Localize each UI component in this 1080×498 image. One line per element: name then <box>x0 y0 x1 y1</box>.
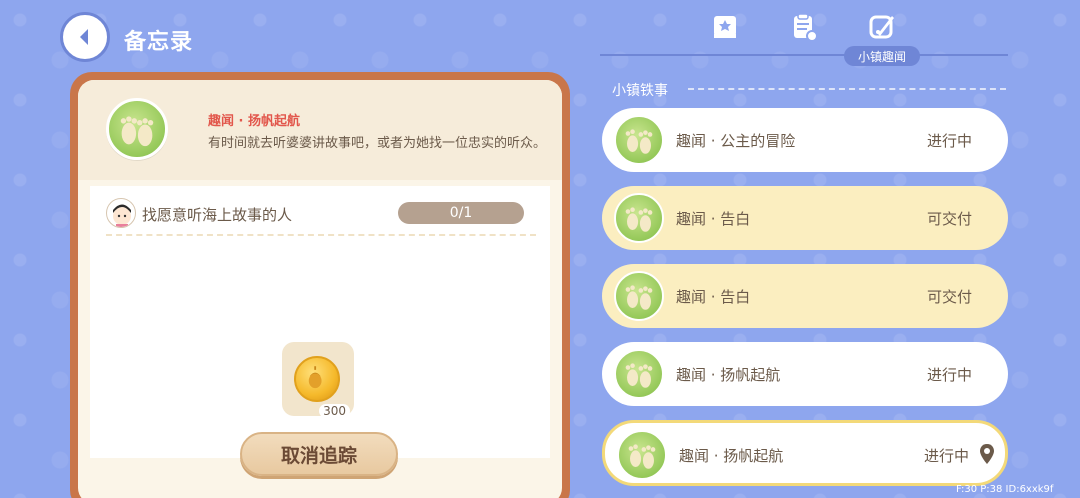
debug-overlay: F:30 P:38 ID:6xxk9f <box>956 484 1054 495</box>
location-pin-icon <box>980 444 994 464</box>
quest-avatar-icon <box>614 193 664 243</box>
task-area: 找愿意听海上故事的人 0/1 <box>90 186 550 458</box>
back-arrow-icon <box>80 29 88 45</box>
quest-status: 进行中 <box>923 447 969 465</box>
acorn-icon <box>308 366 322 389</box>
quest-detail-header: 趣闻 · 扬帆起航 有时间就去听婆婆讲故事吧，或者为她找一位忠实的听众。 <box>78 80 562 180</box>
page-title: 备忘录 <box>124 30 194 55</box>
clipboard-icon[interactable] <box>788 12 820 42</box>
quest-name: 趣闻 · 公主的冒险 <box>676 132 796 150</box>
category-tabs: 小镇趣闻 <box>600 0 1008 66</box>
quest-avatar-icon <box>614 349 664 399</box>
quest-name: 趣闻 · 告白 <box>676 210 751 228</box>
acorn-coin-icon <box>294 356 340 402</box>
quest-giver-avatar <box>106 98 168 160</box>
tabs-underline <box>600 54 1008 56</box>
quest-status: 可交付 <box>926 210 972 228</box>
quest-list-item[interactable]: 趣闻 · 公主的冒险 进行中 <box>602 108 1008 172</box>
task-text: 找愿意听海上故事的人 <box>142 206 293 224</box>
quest-list-item[interactable]: 趣闻 · 告白 可交付 <box>602 186 1008 250</box>
section-divider <box>688 88 1006 90</box>
quill-icon[interactable] <box>866 12 898 42</box>
quest-status: 可交付 <box>926 288 972 306</box>
quest-list-item[interactable]: 趣闻 · 告白 可交付 <box>602 264 1008 328</box>
quest-name: 趣闻 · 扬帆起航 <box>679 447 784 465</box>
back-button[interactable] <box>60 12 110 62</box>
quest-title: 趣闻 · 扬帆起航 <box>208 114 300 129</box>
reward-item[interactable]: 300 <box>282 342 354 418</box>
book-icon[interactable] <box>710 12 742 42</box>
quest-status: 进行中 <box>926 132 972 150</box>
npc-avatar <box>106 198 136 228</box>
quest-name: 趣闻 · 扬帆起航 <box>676 366 781 384</box>
quest-avatar-icon <box>614 115 664 165</box>
quest-avatar-icon <box>617 430 667 480</box>
quest-detail-panel: 趣闻 · 扬帆起航 有时间就去听婆婆讲故事吧，或者为她找一位忠实的听众。 找愿意… <box>70 72 570 498</box>
cancel-tracking-button[interactable]: 取消追踪 <box>240 432 398 476</box>
task-row: 找愿意听海上故事的人 0/1 <box>106 196 536 236</box>
tab-town-anecdotes[interactable]: 小镇趣闻 <box>844 46 920 66</box>
footprints-icon <box>120 116 154 147</box>
quest-status: 进行中 <box>926 366 972 384</box>
quest-list-item-selected[interactable]: 趣闻 · 扬帆起航 进行中 <box>602 420 1008 486</box>
task-progress: 0/1 <box>398 202 524 224</box>
boy-face-icon <box>113 204 131 227</box>
quest-list-item[interactable]: 趣闻 · 扬帆起航 进行中 <box>602 342 1008 406</box>
section-label: 小镇铁事 <box>612 83 668 99</box>
quest-avatar-icon <box>614 271 664 321</box>
quest-description: 有时间就去听婆婆讲故事吧，或者为她找一位忠实的听众。 <box>208 136 547 151</box>
reward-count: 300 <box>319 404 350 418</box>
quest-name: 趣闻 · 告白 <box>676 288 751 306</box>
